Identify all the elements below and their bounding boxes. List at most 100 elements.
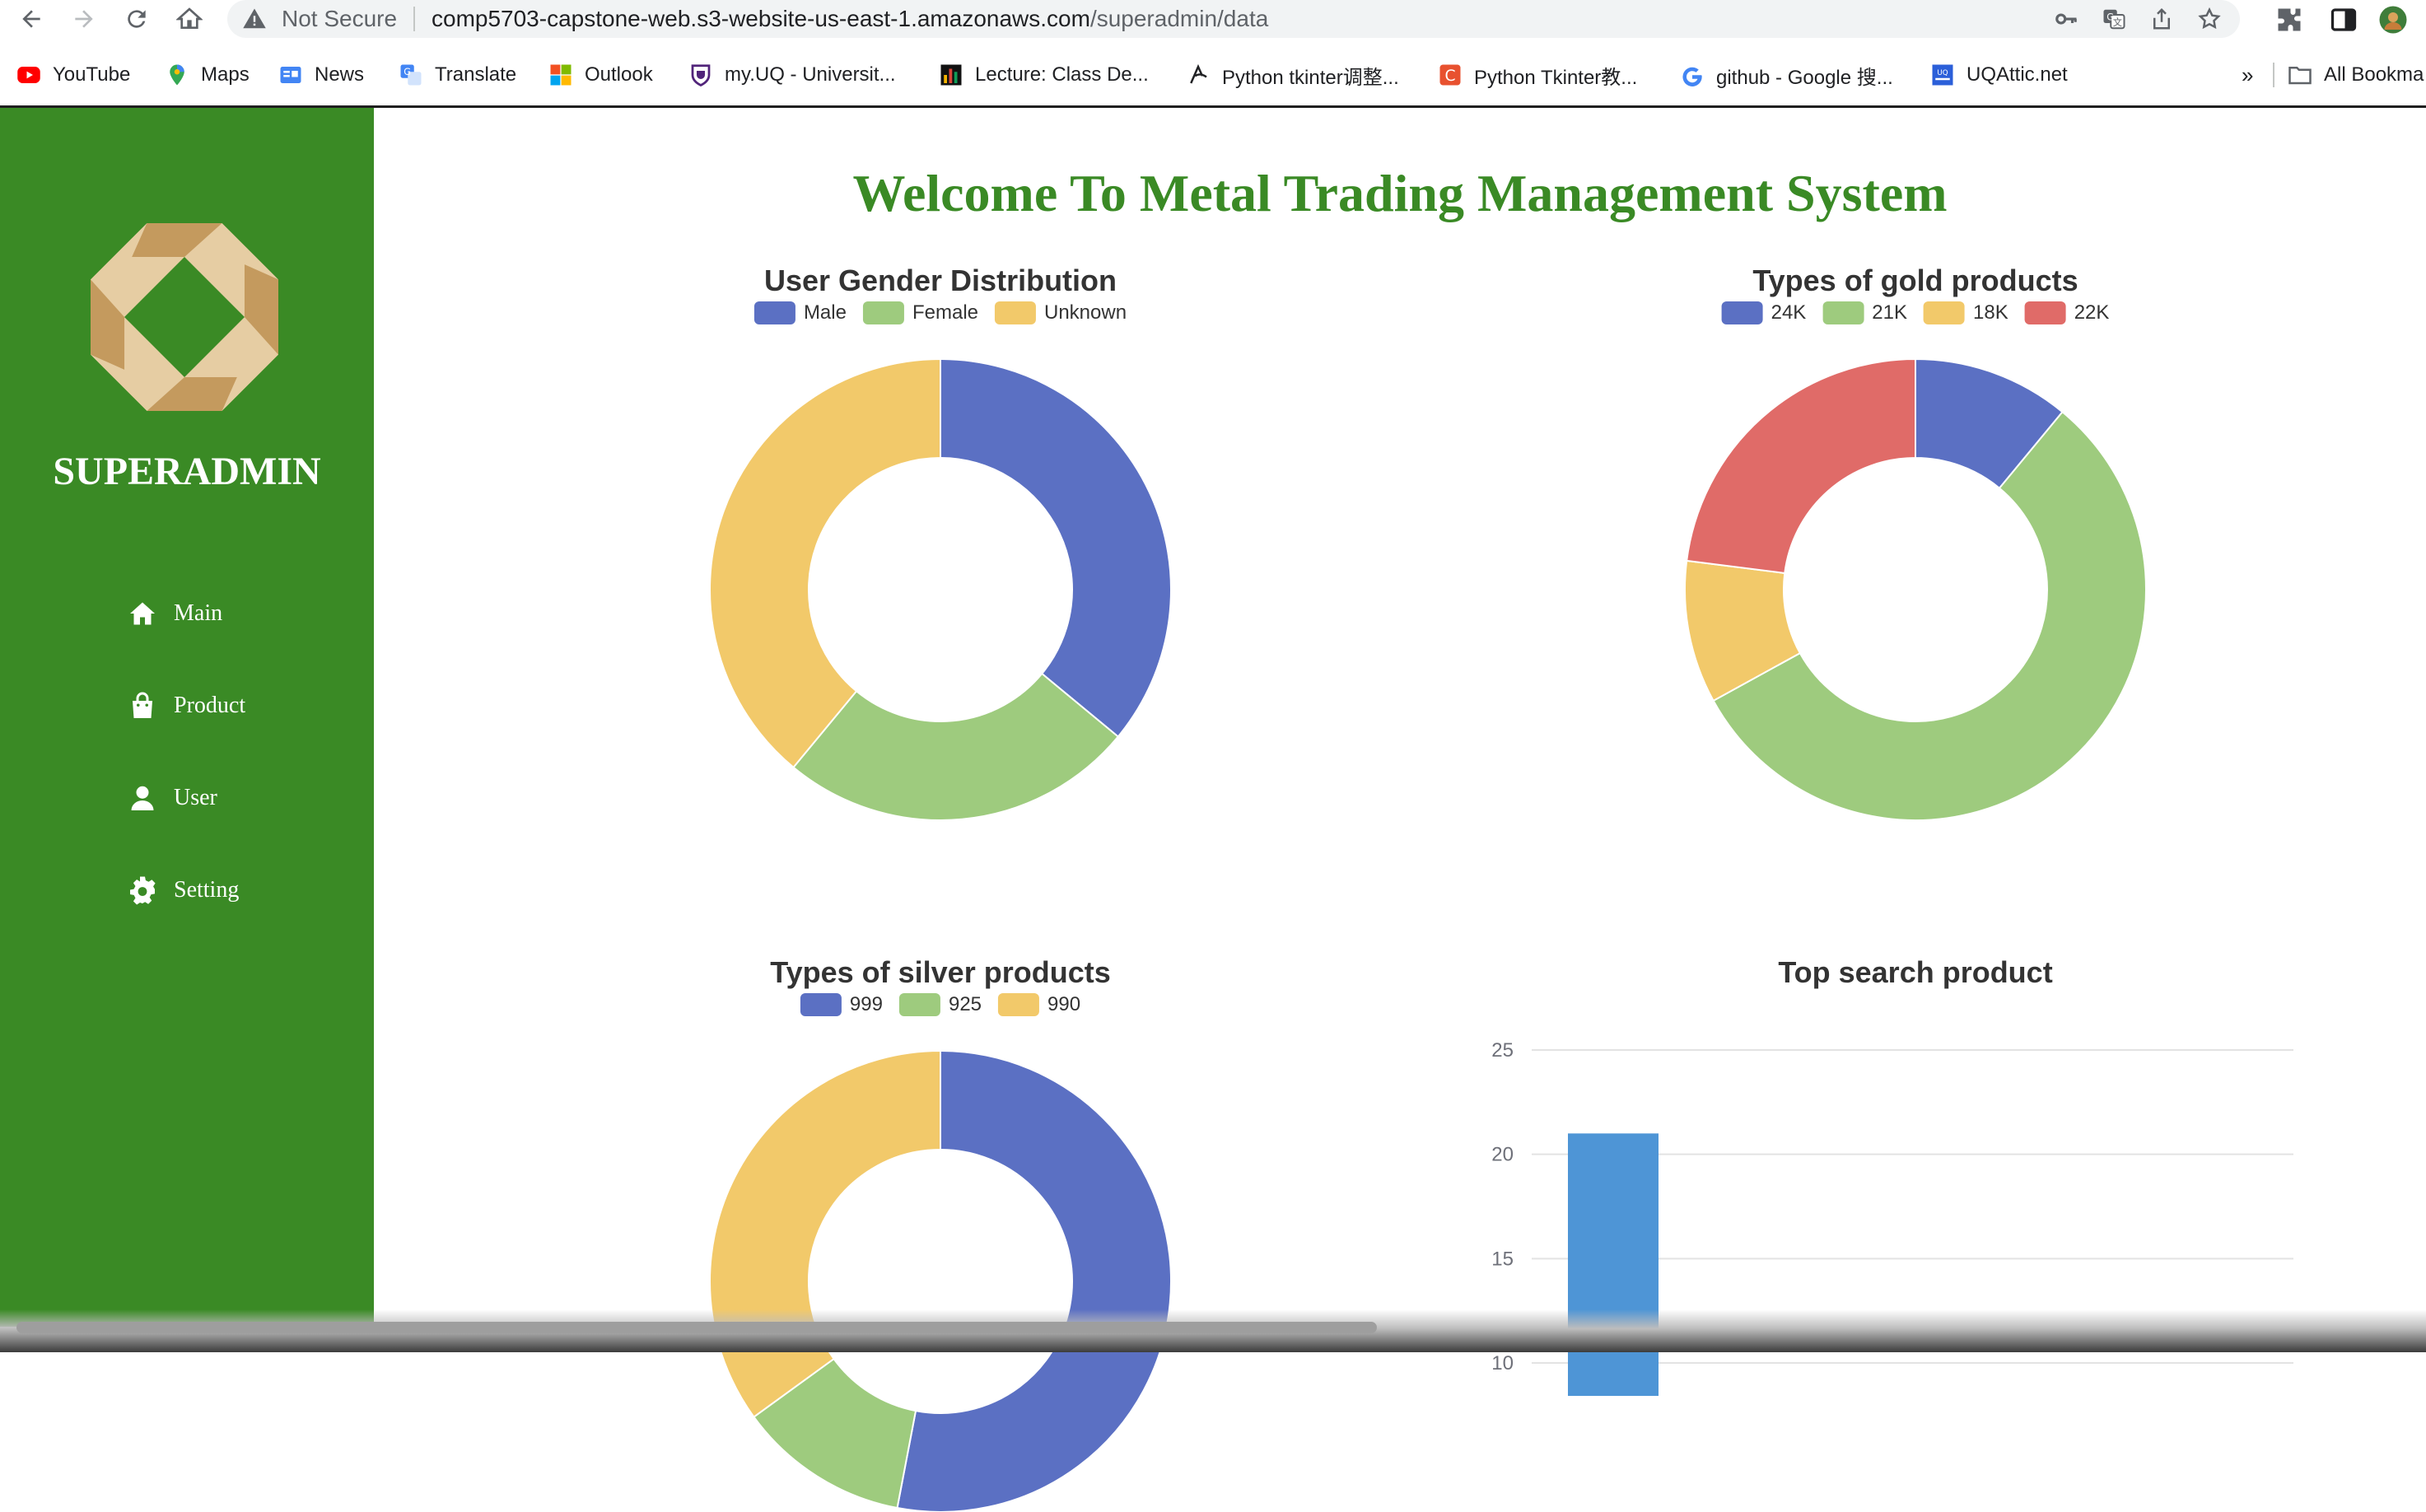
c-site-icon: C bbox=[1439, 64, 1461, 86]
doughnut-slice-22k[interactable] bbox=[1686, 357, 1916, 575]
legend-item[interactable]: Male bbox=[753, 301, 847, 324]
bookmark-news[interactable]: News bbox=[278, 58, 364, 92]
chart-title-gender: User Gender Distribution bbox=[763, 264, 1117, 297]
legend-swatch bbox=[800, 993, 842, 1016]
arrow-right-icon bbox=[75, 10, 93, 28]
legend-item[interactable]: Unknown bbox=[995, 301, 1127, 324]
sidebar-item-product[interactable]: Product bbox=[128, 681, 245, 730]
legend-label: 925 bbox=[948, 993, 982, 1015]
sidebar-item-label: Main bbox=[174, 600, 223, 626]
home-icon bbox=[130, 602, 155, 625]
y-tick-label: 20 bbox=[1491, 1144, 1514, 1166]
legend-swatch bbox=[998, 993, 1040, 1016]
legend-swatch bbox=[2024, 301, 2066, 324]
sidebar-item-setting[interactable]: Setting bbox=[128, 866, 239, 915]
side-panel-icon[interactable] bbox=[2329, 5, 2358, 35]
url-host: comp5703-capstone-web.s3-website-us-east… bbox=[432, 6, 1090, 31]
svg-text:UQ: UQ bbox=[1937, 69, 1948, 77]
python-icon bbox=[1190, 63, 1207, 84]
legend-item[interactable]: 22K bbox=[2024, 301, 2110, 324]
bookmark-label: my.UQ - Universit... bbox=[725, 63, 896, 86]
horizontal-scrollbar[interactable] bbox=[16, 1322, 1377, 1333]
bookmark-label: Outlook bbox=[585, 63, 653, 86]
sidebar-title: SUPERADMIN bbox=[53, 450, 321, 493]
legend-item[interactable]: 24K bbox=[1721, 301, 1807, 324]
legend-item[interactable]: 999 bbox=[800, 993, 883, 1016]
gender-doughnut-chart[interactable] bbox=[709, 357, 1172, 821]
reload-button[interactable] bbox=[117, 0, 156, 38]
gear-icon bbox=[130, 876, 156, 905]
extensions-icon[interactable] bbox=[2274, 5, 2304, 35]
reload-icon bbox=[128, 10, 146, 28]
bookmark-label: UQAttic.net bbox=[1966, 63, 2068, 86]
sidebar-item-main[interactable]: Main bbox=[128, 589, 222, 638]
sidebar: SUPERADMIN Main Product User Setting bbox=[0, 108, 374, 1327]
silver-doughnut-chart[interactable] bbox=[709, 1049, 1172, 1512]
key-icon[interactable] bbox=[2054, 7, 2078, 31]
shopping-bag-icon bbox=[133, 692, 152, 718]
bookmark-python-tkinter-2[interactable]: C Python Tkinter教... bbox=[1438, 58, 1637, 92]
bookmark-star-icon[interactable] bbox=[2197, 7, 2222, 31]
youtube-icon bbox=[17, 67, 40, 83]
bookmark-my-uq[interactable]: my.UQ - Universit... bbox=[688, 58, 896, 92]
chart-title-top-search: Top search product bbox=[1778, 955, 2053, 989]
address-bar[interactable]: Not Secure comp5703-capstone-web.s3-webs… bbox=[227, 0, 2240, 38]
forward-button[interactable] bbox=[64, 0, 104, 38]
legend-label: 21K bbox=[1872, 301, 1907, 324]
home-button[interactable] bbox=[170, 0, 209, 38]
bookmark-translate[interactable]: G Translate bbox=[399, 58, 516, 92]
legend-label: 24K bbox=[1771, 301, 1807, 324]
bookmark-label: Maps bbox=[201, 63, 250, 86]
lecture-icon bbox=[940, 64, 962, 86]
browser-toolbar: Not Secure comp5703-capstone-web.s3-webs… bbox=[0, 0, 2426, 38]
legend-item[interactable]: 990 bbox=[998, 993, 1080, 1016]
legend-item[interactable]: 21K bbox=[1822, 301, 1907, 324]
chart-title-gold: Types of gold products bbox=[1752, 264, 2078, 297]
legend-gender: Male Female Unknown bbox=[746, 301, 1135, 325]
doughnut-slice-unknown[interactable] bbox=[709, 357, 941, 769]
uqattic-icon: UQ bbox=[1932, 64, 1953, 86]
translate-page-icon[interactable]: 文G bbox=[2102, 7, 2126, 31]
sidebar-item-user[interactable]: User bbox=[128, 773, 217, 823]
bookmark-outlook[interactable]: Outlook bbox=[548, 58, 653, 92]
doughnut-slice-male[interactable] bbox=[940, 357, 1172, 738]
folder-icon bbox=[2288, 67, 2312, 85]
address-divider bbox=[413, 7, 415, 31]
url-text[interactable]: comp5703-capstone-web.s3-website-us-east… bbox=[432, 6, 1268, 32]
bookmark-maps[interactable]: Maps bbox=[165, 58, 250, 92]
bookmarks-overflow-button[interactable]: » bbox=[2242, 58, 2253, 92]
legend-item[interactable]: 18K bbox=[1924, 301, 2008, 324]
profile-avatar[interactable] bbox=[2378, 5, 2408, 35]
legend-item[interactable]: Female bbox=[862, 301, 978, 324]
bookmark-python-tkinter-1[interactable]: Python tkinter调整... bbox=[1186, 58, 1399, 92]
legend-swatch bbox=[1721, 301, 1763, 324]
legend-silver: 999 925 990 bbox=[792, 992, 1089, 1017]
legend-swatch bbox=[995, 301, 1036, 324]
security-label[interactable]: Not Secure bbox=[282, 6, 397, 32]
bookmark-lecture[interactable]: Lecture: Class De... bbox=[939, 58, 1149, 92]
outlook-icon bbox=[550, 64, 572, 86]
all-bookmarks-label: All Bookma bbox=[2324, 63, 2424, 86]
back-button[interactable] bbox=[12, 0, 51, 38]
bookmark-label: News bbox=[315, 63, 365, 86]
bookmark-github-google[interactable]: github - Google 搜... bbox=[1680, 58, 1893, 92]
doughnut-slice-990[interactable] bbox=[709, 1049, 941, 1418]
legend-label: 18K bbox=[1973, 301, 2008, 324]
chart-title-silver: Types of silver products bbox=[770, 955, 1111, 989]
bar[interactable] bbox=[1568, 1133, 1659, 1396]
svg-text:G: G bbox=[404, 67, 411, 77]
all-bookmarks-button[interactable]: All Bookma bbox=[2288, 58, 2424, 92]
legend-item[interactable]: 925 bbox=[898, 993, 982, 1016]
bookmark-label: Python tkinter调整... bbox=[1222, 66, 1399, 89]
share-icon[interactable] bbox=[2149, 7, 2174, 31]
legend-label: Male bbox=[803, 301, 847, 324]
legend-swatch bbox=[898, 993, 940, 1016]
bookmark-label: Translate bbox=[435, 63, 517, 86]
bookmark-uqattic[interactable]: UQ UQAttic.net bbox=[1930, 58, 2068, 92]
gold-doughnut-chart[interactable] bbox=[1684, 357, 2147, 821]
page-title: Welcome To Metal Trading Management Syst… bbox=[852, 164, 1948, 222]
home-outline-icon bbox=[176, 7, 203, 29]
svg-text:文: 文 bbox=[2113, 16, 2122, 28]
bookmark-youtube[interactable]: YouTube bbox=[16, 58, 130, 92]
legend-label: 22K bbox=[2074, 301, 2110, 324]
